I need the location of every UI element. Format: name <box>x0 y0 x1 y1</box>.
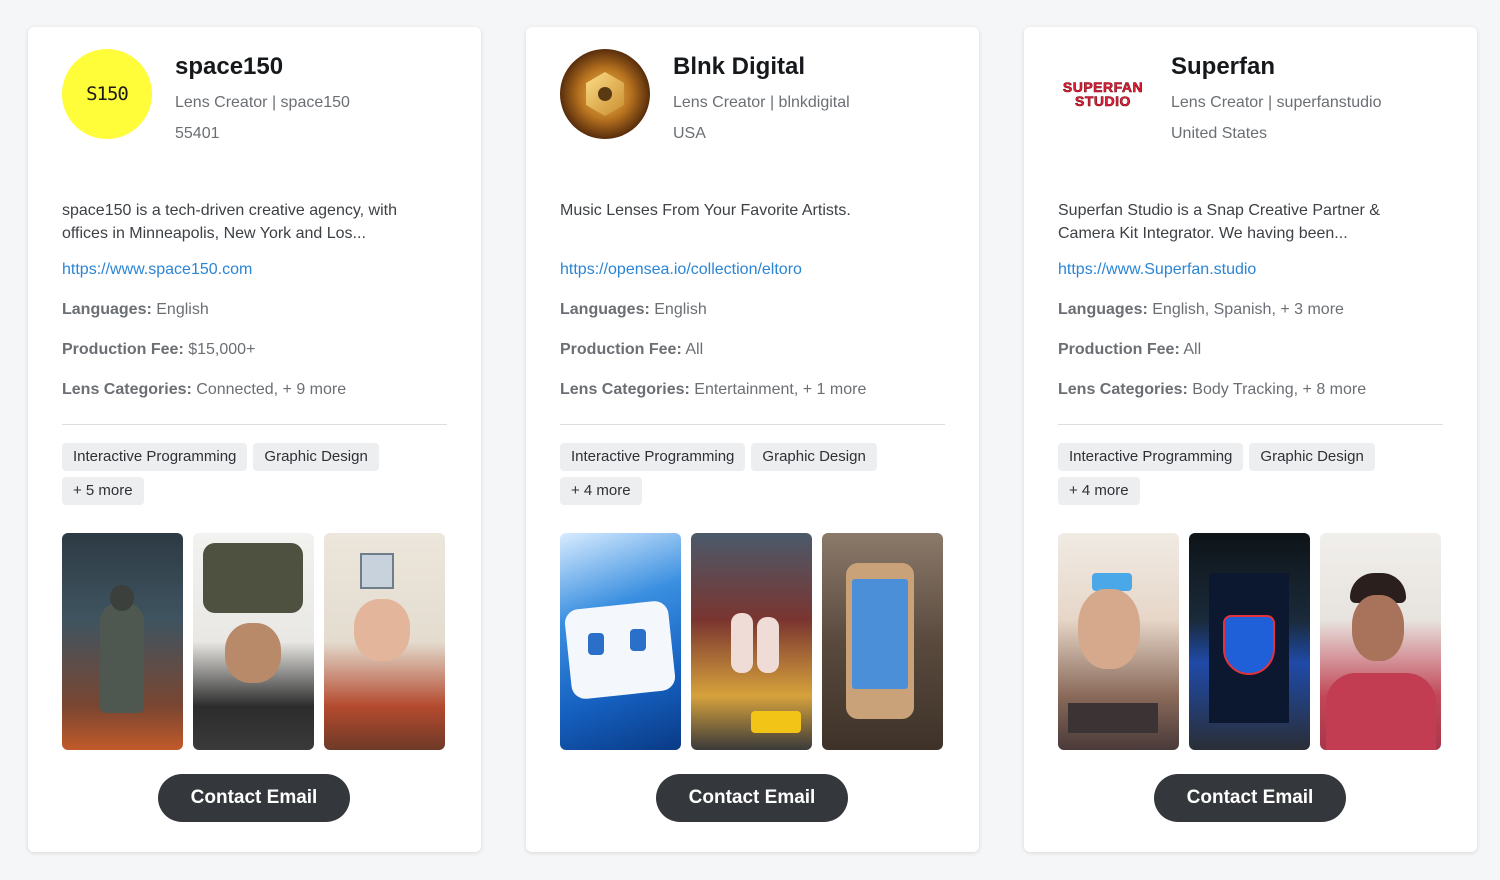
description-line: Superfan Studio is a Snap Creative Partn… <box>1058 202 1380 219</box>
skill-tags: Interactive Programming Graphic Design +… <box>62 443 447 505</box>
tag-more[interactable]: + 4 more <box>1058 477 1140 505</box>
lens-previews <box>62 533 447 750</box>
categories-value: Entertainment, + 1 more <box>694 381 867 398</box>
languages-value: English, Spanish, + 3 more <box>1152 301 1344 318</box>
creator-name[interactable]: space150 <box>175 52 350 82</box>
lens-categories-row: Lens Categories: Body Tracking, + 8 more <box>1058 379 1443 401</box>
creator-role: Lens Creator | blnkdigital <box>673 94 850 111</box>
lens-previews <box>560 533 945 750</box>
description-line: space150 is a tech-driven creative agenc… <box>62 202 397 219</box>
tag-interactive-programming: Interactive Programming <box>1058 443 1244 471</box>
divider <box>62 424 447 425</box>
categories-label: Lens Categories: <box>560 381 690 398</box>
categories-label: Lens Categories: <box>1058 381 1188 398</box>
creator-location: USA <box>673 125 706 142</box>
avatar-logo-text: S150 <box>86 83 129 105</box>
creator-location: United States <box>1171 125 1268 142</box>
fee-value: All <box>685 341 704 358</box>
creator-role: Lens Creator | space150 <box>175 94 350 111</box>
lens-preview-thumbnail[interactable] <box>691 533 812 750</box>
avatar[interactable]: S150 <box>62 49 152 139</box>
fee-label: Production Fee: <box>1058 341 1180 358</box>
skill-tags: Interactive Programming Graphic Design +… <box>1058 443 1443 505</box>
tag-graphic-design: Graphic Design <box>751 443 877 471</box>
lens-preview-thumbnail[interactable] <box>324 533 445 750</box>
contact-email-button[interactable]: Contact Email <box>656 774 848 822</box>
production-fee-row: Production Fee: All <box>1058 339 1443 361</box>
categories-value: Connected, + 9 more <box>196 381 347 398</box>
creator-card-space150: S150 space150 Lens Creator | space150 55… <box>28 27 481 852</box>
creator-card-superfan: SUPERFAN STUDIO Superfan Lens Creator | … <box>1024 27 1477 852</box>
lens-previews <box>1058 533 1443 750</box>
creator-info: Blnk Digital Lens Creator | blnkdigital … <box>673 49 850 149</box>
languages-value: English <box>156 301 209 318</box>
divider <box>560 424 945 425</box>
creator-name[interactable]: Blnk Digital <box>673 52 850 82</box>
tag-interactive-programming: Interactive Programming <box>560 443 746 471</box>
card-header: Blnk Digital Lens Creator | blnkdigital … <box>560 49 945 189</box>
languages-value: English <box>654 301 707 318</box>
tag-graphic-design: Graphic Design <box>253 443 379 471</box>
creator-location: 55401 <box>175 125 220 142</box>
creator-description: Superfan Studio is a Snap Creative Partn… <box>1058 199 1443 253</box>
website-link[interactable]: https://opensea.io/collection/eltoro <box>560 259 945 281</box>
contact-email-button[interactable]: Contact Email <box>1154 774 1346 822</box>
lens-preview-thumbnail[interactable] <box>822 533 943 750</box>
fee-value: $15,000+ <box>188 341 256 358</box>
languages-row: Languages: English <box>62 299 447 321</box>
website-link[interactable]: https://www.Superfan.studio <box>1058 259 1443 281</box>
fee-value: All <box>1183 341 1202 358</box>
categories-value: Body Tracking, + 8 more <box>1192 381 1367 398</box>
fee-label: Production Fee: <box>560 341 682 358</box>
card-header: SUPERFAN STUDIO Superfan Lens Creator | … <box>1058 49 1443 189</box>
creator-info: space150 Lens Creator | space150 55401 <box>175 49 350 149</box>
avatar[interactable] <box>560 49 650 139</box>
lens-categories-row: Lens Categories: Entertainment, + 1 more <box>560 379 945 401</box>
tag-interactive-programming: Interactive Programming <box>62 443 248 471</box>
skill-tags: Interactive Programming Graphic Design +… <box>560 443 945 505</box>
avatar[interactable]: SUPERFAN STUDIO <box>1058 49 1148 139</box>
creator-card-blnk-digital: Blnk Digital Lens Creator | blnkdigital … <box>526 27 979 852</box>
production-fee-row: Production Fee: $15,000+ <box>62 339 447 361</box>
languages-row: Languages: English <box>560 299 945 321</box>
creator-name[interactable]: Superfan <box>1171 52 1382 82</box>
lens-preview-thumbnail[interactable] <box>560 533 681 750</box>
lens-preview-thumbnail[interactable] <box>1189 533 1310 750</box>
lens-preview-thumbnail[interactable] <box>1058 533 1179 750</box>
description-line: offices in Minneapolis, New York and Los… <box>62 225 366 242</box>
tag-graphic-design: Graphic Design <box>1249 443 1375 471</box>
tag-more[interactable]: + 5 more <box>62 477 144 505</box>
card-header: S150 space150 Lens Creator | space150 55… <box>62 49 447 189</box>
creator-description: space150 is a tech-driven creative agenc… <box>62 199 447 253</box>
description-line: Camera Kit Integrator. We having been... <box>1058 225 1348 242</box>
languages-label: Languages: <box>560 301 650 318</box>
lens-preview-thumbnail[interactable] <box>193 533 314 750</box>
hexagon-logo-icon <box>586 72 624 116</box>
creator-info: Superfan Lens Creator | superfanstudio U… <box>1171 49 1382 149</box>
creator-role: Lens Creator | superfanstudio <box>1171 94 1382 111</box>
website-link[interactable]: https://www.space150.com <box>62 259 447 281</box>
lens-preview-thumbnail[interactable] <box>1320 533 1441 750</box>
creator-description: Music Lenses From Your Favorite Artists. <box>560 199 945 253</box>
languages-label: Languages: <box>1058 301 1148 318</box>
categories-label: Lens Categories: <box>62 381 192 398</box>
languages-row: Languages: English, Spanish, + 3 more <box>1058 299 1443 321</box>
contact-email-button[interactable]: Contact Email <box>158 774 350 822</box>
superfan-studio-logo: SUPERFAN STUDIO <box>1062 79 1144 109</box>
lens-preview-thumbnail[interactable] <box>62 533 183 750</box>
tag-more[interactable]: + 4 more <box>560 477 642 505</box>
description-line: Music Lenses From Your Favorite Artists. <box>560 202 851 219</box>
creator-grid: S150 space150 Lens Creator | space150 55… <box>28 27 1477 852</box>
languages-label: Languages: <box>62 301 152 318</box>
lens-categories-row: Lens Categories: Connected, + 9 more <box>62 379 447 401</box>
production-fee-row: Production Fee: All <box>560 339 945 361</box>
fee-label: Production Fee: <box>62 341 184 358</box>
divider <box>1058 424 1443 425</box>
